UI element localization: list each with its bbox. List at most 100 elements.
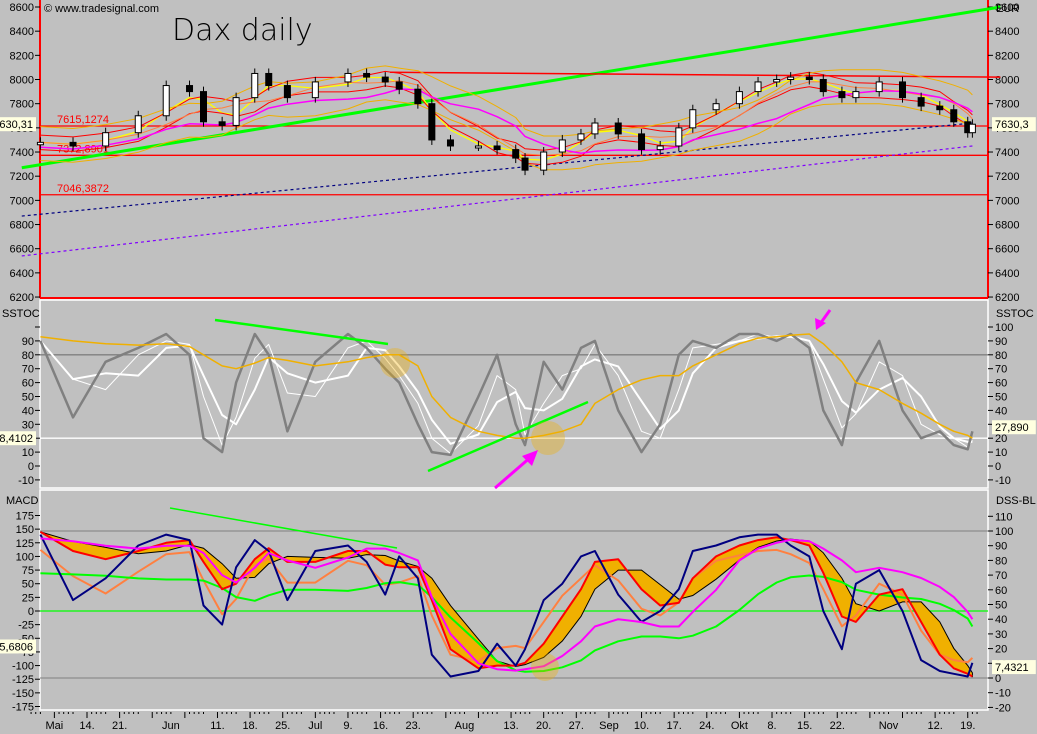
dss-tick-label-right: 110	[995, 511, 1013, 523]
candle-body	[787, 76, 795, 81]
price-tick-label-right: 8200	[995, 50, 1019, 62]
macd-tick-label-left: -25	[18, 620, 34, 632]
dss-tick-label-right: 30	[995, 629, 1007, 641]
dss-tick-label-right: 0	[995, 673, 1001, 685]
dax-chart: 6200 62006400 64006600 66006800 68007000 7000…	[0, 0, 1037, 734]
sstoc-tick-label-right: 90	[995, 336, 1007, 348]
price-tick-label-left: 7800	[10, 99, 34, 111]
x-tick-label: 20.	[536, 720, 551, 732]
macd-tick-label-left: 0	[28, 606, 34, 618]
sstoc-tick-label-right: 40	[995, 405, 1007, 417]
candle-body	[344, 72, 352, 83]
candle-body	[283, 85, 291, 99]
sstoc-tick-label-right: 60	[995, 378, 1007, 390]
price-tick-label-left: 8600	[10, 2, 34, 14]
dss-tick-label-right: -20	[995, 702, 1011, 714]
dss-tick-label-right: 50	[995, 600, 1007, 612]
sstoc-tick-label-right: 80	[995, 350, 1007, 362]
x-tick-label: Jul	[308, 720, 322, 732]
candle-body	[805, 76, 813, 81]
candle-body	[852, 91, 860, 99]
macd-tick-label-left: -150	[12, 688, 34, 700]
sstoc-tick-label-left: 10	[22, 447, 34, 459]
x-tick-label: Jun	[162, 720, 180, 732]
x-tick-label: 16.	[373, 720, 388, 732]
dss-tick-label-right: -10	[995, 688, 1011, 700]
x-tick-label: 17.	[667, 720, 682, 732]
macd-highlight-circle	[531, 653, 559, 681]
macd-tick-label-left: -100	[12, 661, 34, 673]
price-tick-label-left: 6800	[10, 220, 34, 232]
macd-label: MACD	[6, 495, 38, 507]
candle-body	[251, 72, 259, 99]
sstoc-tick-label-left: 90	[22, 336, 34, 348]
price-tick-label-right: 8000	[995, 75, 1019, 87]
candle-body	[917, 97, 925, 107]
candle-body	[428, 103, 436, 141]
price-tick-label-right: 8400	[995, 26, 1019, 38]
candle-body	[558, 139, 566, 153]
macd-tick-label-left: 100	[16, 551, 34, 563]
candle-body	[395, 81, 403, 90]
macd-tick-label-left: 150	[16, 524, 34, 536]
macd-tick-label-left: 50	[22, 579, 34, 591]
sstoc-tick-label-left: 40	[22, 405, 34, 417]
sstoc-tick-label-right: 0	[995, 461, 1001, 473]
candle-body	[218, 121, 226, 126]
x-tick-label: 23.	[406, 720, 421, 732]
price-tick-label-right: 7200	[995, 171, 1019, 183]
sstoc-last-value-left: 8,4102	[0, 433, 33, 445]
price-tick-label-left: 7000	[10, 195, 34, 207]
candle-body	[512, 149, 520, 159]
x-tick-label: 15.	[797, 720, 812, 732]
candle-body	[311, 81, 319, 99]
candle-body	[838, 91, 846, 99]
x-tick-label: 8.	[767, 720, 776, 732]
x-tick-label: 25.	[275, 720, 290, 732]
x-tick-label: 22.	[830, 720, 845, 732]
price-tick-label-left: 8200	[10, 50, 34, 62]
price-tick-label-left: 8000	[10, 75, 34, 87]
sstoc-tick-label-left: 60	[22, 378, 34, 390]
candle-body	[493, 145, 501, 151]
price-tick-label-right: 6800	[995, 220, 1019, 232]
candle-body	[232, 97, 240, 126]
price-tick-label-right: 6200	[995, 292, 1019, 304]
candle-body	[712, 103, 720, 111]
candle-body	[265, 72, 273, 87]
sstoc-tick-label-right: 50	[995, 392, 1007, 404]
sstoc-label-right: SSTOC	[996, 308, 1034, 320]
sstoc-tick-label-right: 20	[995, 433, 1007, 445]
candle-body	[773, 79, 781, 83]
macd-tick-label-left: -125	[12, 674, 34, 686]
macd-tick-label-left: -175	[12, 702, 34, 714]
candle-body	[474, 145, 482, 149]
candle-body	[819, 79, 827, 93]
macd-tick-label-left: 25	[22, 592, 34, 604]
x-tick-label: Sep	[599, 720, 619, 732]
x-tick-label: 14.	[79, 720, 94, 732]
x-tick-label: 19.	[960, 720, 975, 732]
candle-body	[675, 127, 683, 147]
candle-body	[614, 122, 622, 135]
sstoc-tick-label-right: -10	[995, 475, 1011, 487]
price-tick-label-left: 6600	[10, 244, 34, 256]
price-last-value-right: 7630,3	[995, 119, 1029, 131]
x-tick-label: 24.	[699, 720, 714, 732]
price-tick-label-right: 7800	[995, 99, 1019, 111]
x-tick-label: 27.	[569, 720, 584, 732]
sstoc-tick-label-right: 10	[995, 447, 1007, 459]
sstoc-tick-label-left: 0	[28, 461, 34, 473]
dss-tick-label-right: 90	[995, 541, 1007, 553]
price-tick-label-right: 6400	[995, 268, 1019, 280]
sstoc-tick-label-left: -10	[18, 475, 34, 487]
price-tick-label-left: 7400	[10, 147, 34, 159]
sstoc-tick-label-right: 70	[995, 364, 1007, 376]
candle-body	[102, 132, 110, 147]
sstoc-tick-label-right: 100	[995, 322, 1013, 334]
dss-tick-label-right: 100	[995, 526, 1013, 538]
candle-body	[363, 72, 371, 78]
candle-body	[162, 85, 170, 117]
chart-title: Dax daily	[172, 13, 313, 48]
dss-tick-label-right: 80	[995, 555, 1007, 567]
